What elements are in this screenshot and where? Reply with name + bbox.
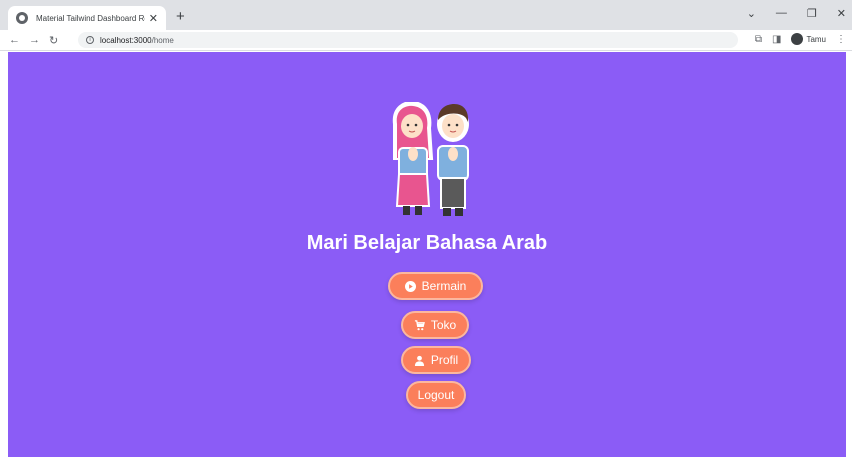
profil-label: Profil xyxy=(430,353,459,367)
omnibox[interactable]: i localhost:3000/home xyxy=(78,32,738,48)
boy-figure xyxy=(437,104,469,216)
info-icon[interactable]: i xyxy=(86,36,94,44)
url-text: localhost:3000/home xyxy=(100,36,174,45)
kids-illustration xyxy=(392,102,469,216)
restore-button[interactable]: ❐ xyxy=(807,7,817,20)
browser-tab[interactable]: Material Tailwind Dashboard Re... ✕ xyxy=(8,6,166,30)
play-circle-icon xyxy=(404,280,416,292)
back-icon[interactable]: ← xyxy=(9,34,20,46)
profile-label: Tamu xyxy=(806,34,826,44)
minimize-button[interactable]: — xyxy=(776,7,787,20)
address-bar: ← → ↻ i localhost:3000/home ⧉ ◨ Tamu ⋮ xyxy=(0,30,852,51)
forward-icon[interactable]: → xyxy=(29,34,40,46)
bermain-label: Bermain xyxy=(421,279,467,293)
cart-icon xyxy=(414,319,425,330)
translate-icon[interactable]: ⧉ xyxy=(755,34,762,45)
sidepanel-icon[interactable]: ◨ xyxy=(772,34,781,45)
browser-tabbar: Material Tailwind Dashboard Re... ✕ + ⌄ … xyxy=(0,0,852,30)
logout-button[interactable]: Logout xyxy=(406,381,466,409)
toko-label: Toko xyxy=(430,318,457,332)
avatar-icon xyxy=(791,33,804,45)
close-window-button[interactable]: ✕ xyxy=(837,7,846,20)
toolbar-right: ⧉ ◨ Tamu ⋮ xyxy=(755,33,846,45)
close-tab-icon[interactable]: ✕ xyxy=(149,12,158,25)
tab-title: Material Tailwind Dashboard Re... xyxy=(36,13,145,23)
page-content: Mari Belajar Bahasa Arab Bermain Toko Pr… xyxy=(8,52,846,457)
logout-label: Logout xyxy=(417,388,455,402)
bermain-button[interactable]: Bermain xyxy=(388,272,483,300)
menu-icon[interactable]: ⋮ xyxy=(836,34,846,45)
globe-icon xyxy=(16,12,28,24)
user-icon xyxy=(414,355,424,366)
url-path: /home xyxy=(151,35,174,45)
tab-search-icon[interactable]: ⌄ xyxy=(747,7,756,20)
profil-button[interactable]: Profil xyxy=(401,346,471,374)
window-controls: ⌄ — ❐ ✕ xyxy=(747,7,846,20)
reload-icon[interactable]: ↻ xyxy=(49,34,58,47)
url-host: localhost:3000 xyxy=(100,35,152,45)
girl-figure xyxy=(392,102,434,215)
toko-button[interactable]: Toko xyxy=(401,311,469,339)
new-tab-button[interactable]: + xyxy=(176,8,185,25)
page-title: Mari Belajar Bahasa Arab xyxy=(306,232,548,254)
profile-button[interactable]: Tamu xyxy=(791,33,826,45)
